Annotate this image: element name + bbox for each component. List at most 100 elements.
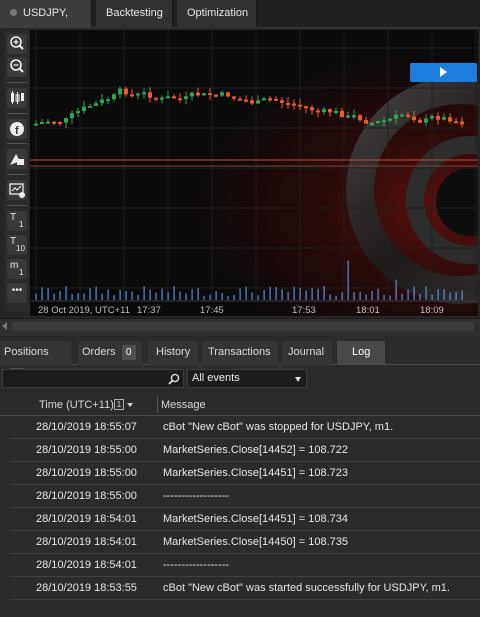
column-header-time[interactable]: Time (UTC+11): [39, 399, 114, 411]
volume-bar: [119, 289, 121, 300]
candle-body: [418, 120, 422, 123]
candle-body: [46, 121, 50, 124]
facebook-icon[interactable]: f: [7, 119, 27, 139]
volume-bar: [95, 286, 97, 300]
timeframe-t10-icon[interactable]: T 10: [7, 235, 27, 255]
candle-body: [298, 104, 302, 107]
candle-body: [238, 98, 242, 101]
volume-bar: [443, 288, 445, 300]
timeframe-m1-icon[interactable]: m 1: [7, 259, 27, 279]
volume-bar: [89, 288, 91, 300]
table-row[interactable]: 28/10/2019 18:54:01 ------------------: [0, 554, 480, 577]
scroll-thumb[interactable]: [12, 322, 474, 331]
volume-bar: [167, 292, 169, 300]
volume-bar: [83, 293, 85, 300]
tab-transactions[interactable]: Transactions: [202, 341, 278, 365]
svg-text:f: f: [15, 125, 19, 137]
candle-body: [280, 100, 284, 103]
candle-body: [184, 96, 188, 99]
volume-bar: [395, 279, 397, 300]
volume-bar: [293, 286, 295, 300]
search-input[interactable]: [2, 369, 184, 388]
candle-body: [160, 97, 164, 100]
candle-body: [208, 93, 212, 96]
candle-body: [220, 92, 224, 96]
chart-type-icon[interactable]: [7, 88, 27, 108]
volume-bar: [257, 295, 259, 300]
candle-body: [358, 115, 362, 121]
volume-bar: [269, 286, 271, 300]
candle-body: [52, 121, 56, 124]
tf-sub: 1: [19, 268, 24, 277]
candle-body: [442, 117, 446, 120]
volume-bar: [53, 293, 55, 300]
volume-bar: [317, 288, 319, 300]
event-filter-select[interactable]: All events: [187, 369, 307, 388]
table-row[interactable]: 28/10/2019 18:55:00 ------------------: [0, 485, 480, 508]
volume-bar: [407, 289, 409, 300]
shapes-icon[interactable]: [7, 149, 27, 169]
volume-bar: [185, 293, 187, 300]
play-icon: [440, 67, 447, 77]
column-divider[interactable]: [157, 396, 158, 413]
select-value: All events: [192, 372, 240, 384]
candle-body: [316, 110, 320, 113]
volume-bar: [251, 292, 253, 300]
volume-bar: [239, 288, 241, 300]
volume-bar: [389, 295, 391, 300]
chart-toolbar: f T 1 T 10 m 1 •••: [4, 30, 29, 312]
table-row[interactable]: 28/10/2019 18:54:01 MarketSeries.Close[1…: [0, 531, 480, 554]
volume-bar: [401, 293, 403, 300]
candle-body: [424, 118, 428, 123]
volume-bar: [113, 295, 115, 300]
table-row[interactable]: 28/10/2019 18:53:55 cBot "New cBot" was …: [0, 577, 480, 600]
table-row[interactable]: 28/10/2019 18:55:07 cBot "New cBot" was …: [0, 416, 480, 439]
tab-orders[interactable]: Orders 0: [78, 341, 142, 365]
search-icon[interactable]: [168, 373, 180, 385]
candle-body: [334, 110, 338, 113]
tab-optimization[interactable]: Optimization: [177, 0, 257, 28]
chart-scrollbar[interactable]: [0, 318, 480, 336]
table-row[interactable]: 28/10/2019 18:55:00 MarketSeries.Close[1…: [0, 462, 480, 485]
tab-log[interactable]: Log: [337, 341, 385, 365]
volume-bar: [287, 291, 289, 300]
toolbar-divider: [7, 205, 27, 206]
volume-bar: [47, 288, 49, 300]
settings-chart-icon[interactable]: [7, 180, 27, 200]
tab-label: Journal: [288, 346, 325, 358]
tab-label: Backtesting: [106, 7, 163, 19]
volume-bar: [413, 286, 415, 300]
top-tab-bar: USDJPY, m1 Backtesting Optimization: [0, 0, 480, 46]
tab-backtesting[interactable]: Backtesting: [96, 0, 173, 28]
log-time: 28/10/2019 18:54:01: [36, 536, 137, 548]
volume-bar: [233, 294, 235, 300]
zoom-out-icon[interactable]: [7, 57, 27, 77]
tab-journal[interactable]: Journal: [282, 341, 332, 365]
table-row[interactable]: 28/10/2019 18:55:00 MarketSeries.Close[1…: [0, 439, 480, 462]
candle-body: [94, 103, 98, 106]
time-label: 17:45: [200, 305, 224, 316]
zoom-in-icon[interactable]: [7, 34, 27, 54]
volume-bar: [125, 291, 127, 300]
column-header-message[interactable]: Message: [161, 399, 206, 411]
scroll-left-icon[interactable]: [2, 322, 7, 330]
start-cbot-button[interactable]: [410, 63, 477, 82]
sort-order-icon[interactable]: 1: [114, 399, 124, 410]
tab-positions[interactable]: Positions0: [0, 341, 71, 383]
tab-usdjpy-m1[interactable]: USDJPY, m1: [0, 0, 92, 46]
time-label: 17:53: [292, 305, 316, 316]
candle-body: [406, 114, 410, 117]
volume-bar: [383, 294, 385, 300]
candle-body: [106, 99, 110, 102]
tab-label: Positions: [4, 346, 49, 358]
sort-desc-icon[interactable]: [127, 403, 133, 407]
candle-body: [322, 109, 326, 113]
table-row[interactable]: 28/10/2019 18:54:01 MarketSeries.Close[1…: [0, 508, 480, 531]
more-icon[interactable]: •••: [7, 283, 27, 303]
log-message: cBot "New cBot" was started successfully…: [163, 582, 450, 594]
candle-body: [310, 107, 314, 111]
candle-body: [70, 113, 74, 119]
timeframe-t1-icon[interactable]: T 1: [7, 211, 27, 231]
candle-body: [256, 100, 260, 104]
tab-history[interactable]: History: [148, 341, 198, 365]
